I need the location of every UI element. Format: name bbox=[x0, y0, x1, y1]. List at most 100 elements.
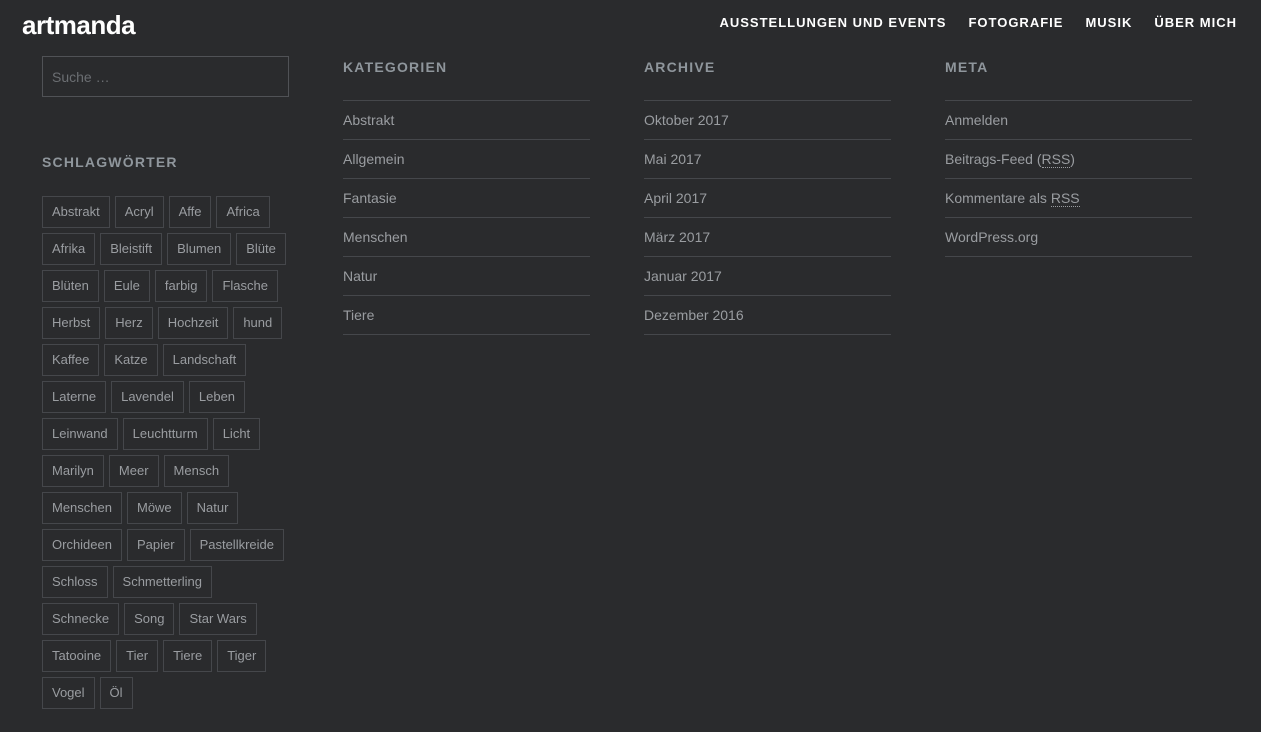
list-item: Oktober 2017 bbox=[644, 101, 891, 140]
tag-link[interactable]: Kaffee bbox=[42, 344, 100, 376]
archive-link[interactable]: Mai 2017 bbox=[644, 151, 702, 167]
list-item: Tiere bbox=[343, 296, 590, 335]
tag-link[interactable]: Eule bbox=[103, 270, 150, 302]
tag-link[interactable]: Mensch bbox=[163, 455, 230, 487]
tag-link[interactable]: Star Wars bbox=[179, 603, 257, 635]
tag-link[interactable]: Marilyn bbox=[42, 455, 104, 487]
search-input[interactable] bbox=[42, 56, 289, 97]
categories-list: Abstrakt Allgemein Fantasie Menschen Nat… bbox=[343, 100, 590, 335]
category-link[interactable]: Abstrakt bbox=[343, 112, 394, 128]
tag-link[interactable]: Blüten bbox=[42, 270, 99, 302]
archive-link[interactable]: März 2017 bbox=[644, 229, 710, 245]
tag-link[interactable]: Licht bbox=[212, 418, 261, 450]
tag-link[interactable]: Tiger bbox=[217, 640, 267, 672]
tag-link[interactable]: Vogel bbox=[42, 677, 95, 709]
archive-widget: ARCHIVE Oktober 2017 Mai 2017 April 2017… bbox=[644, 56, 891, 335]
tag-link[interactable]: Lavendel bbox=[111, 381, 184, 413]
nav-item-ausstellungen[interactable]: AUSSTELLUNGEN UND EVENTS bbox=[719, 15, 946, 30]
list-item: Beitrags-Feed (RSS) bbox=[945, 140, 1192, 179]
tag-link[interactable]: Abstrakt bbox=[42, 196, 110, 228]
category-link[interactable]: Allgemein bbox=[343, 151, 404, 167]
archive-widget-title: ARCHIVE bbox=[644, 59, 716, 75]
tag-link[interactable]: Herbst bbox=[42, 307, 101, 339]
tag-link[interactable]: Landschaft bbox=[162, 344, 247, 376]
tag-link[interactable]: Meer bbox=[108, 455, 159, 487]
tag-link[interactable]: Schnecke bbox=[42, 603, 120, 635]
archive-link[interactable]: Dezember 2016 bbox=[644, 307, 744, 323]
archive-link[interactable]: Januar 2017 bbox=[644, 268, 722, 284]
nav-item-musik[interactable]: MUSIK bbox=[1085, 15, 1132, 30]
tag-link[interactable]: Katze bbox=[104, 344, 158, 376]
tag-link[interactable]: Tiere bbox=[163, 640, 213, 672]
list-item: Menschen bbox=[343, 218, 590, 257]
rss-abbr: RSS bbox=[1050, 190, 1080, 207]
tag-link[interactable]: Natur bbox=[186, 492, 239, 524]
tags-widget-title: SCHLAGWÖRTER bbox=[42, 154, 178, 170]
entries-feed-link[interactable]: Beitrags-Feed (RSS) bbox=[945, 151, 1075, 168]
entries-feed-label: Beitrags-Feed bbox=[945, 151, 1033, 167]
archive-link[interactable]: April 2017 bbox=[644, 190, 707, 206]
site-title-link[interactable]: artmanda bbox=[22, 10, 136, 41]
list-item: Mai 2017 bbox=[644, 140, 891, 179]
tag-link[interactable]: Schmetterling bbox=[112, 566, 213, 598]
list-item: Natur bbox=[343, 257, 590, 296]
tag-link[interactable]: hund bbox=[233, 307, 283, 339]
tag-link[interactable]: Flasche bbox=[212, 270, 278, 302]
tag-link[interactable]: Affe bbox=[168, 196, 212, 228]
site-header: artmanda AUSSTELLUNGEN UND EVENTS FOTOGR… bbox=[0, 0, 1261, 48]
archive-list: Oktober 2017 Mai 2017 April 2017 März 20… bbox=[644, 100, 891, 335]
main-nav: AUSSTELLUNGEN UND EVENTS FOTOGRAFIE MUSI… bbox=[719, 15, 1237, 30]
tag-cloud: Abstrakt Acryl Affe Africa Afrika Bleistift Bl… bbox=[42, 196, 292, 714]
tag-link[interactable]: Laterne bbox=[42, 381, 107, 413]
tag-link[interactable]: Schloss bbox=[42, 566, 108, 598]
tag-link[interactable]: Africa bbox=[216, 196, 270, 228]
category-link[interactable]: Natur bbox=[343, 268, 377, 284]
category-link[interactable]: Fantasie bbox=[343, 190, 397, 206]
list-item: Fantasie bbox=[343, 179, 590, 218]
nav-item-ueber-mich[interactable]: ÜBER MICH bbox=[1154, 15, 1237, 30]
tag-link[interactable]: Möwe bbox=[126, 492, 182, 524]
categories-widget: KATEGORIEN Abstrakt Allgemein Fantasie M… bbox=[343, 56, 590, 335]
tag-link[interactable]: Hochzeit bbox=[157, 307, 229, 339]
list-item: Allgemein bbox=[343, 140, 590, 179]
comments-feed-link[interactable]: Kommentare als RSS bbox=[945, 190, 1080, 207]
category-link[interactable]: Tiere bbox=[343, 307, 374, 323]
list-item: April 2017 bbox=[644, 179, 891, 218]
tag-link[interactable]: Leuchtturm bbox=[122, 418, 208, 450]
tag-link[interactable]: Leben bbox=[188, 381, 246, 413]
list-item: Kommentare als RSS bbox=[945, 179, 1192, 218]
meta-list: Anmelden Beitrags-Feed (RSS) Kommentare … bbox=[945, 100, 1192, 257]
list-item: März 2017 bbox=[644, 218, 891, 257]
tag-link[interactable]: Pastellkreide bbox=[189, 529, 284, 561]
tag-link[interactable]: Tier bbox=[116, 640, 159, 672]
tag-link[interactable]: Acryl bbox=[114, 196, 164, 228]
tag-link[interactable]: Orchideen bbox=[42, 529, 122, 561]
tag-link[interactable]: Blumen bbox=[167, 233, 232, 265]
list-item: Dezember 2016 bbox=[644, 296, 891, 335]
tag-link[interactable]: Tatooine bbox=[42, 640, 112, 672]
category-link[interactable]: Menschen bbox=[343, 229, 408, 245]
list-item: WordPress.org bbox=[945, 218, 1192, 257]
login-link[interactable]: Anmelden bbox=[945, 112, 1008, 128]
tag-link[interactable]: Afrika bbox=[42, 233, 96, 265]
list-item: Januar 2017 bbox=[644, 257, 891, 296]
tag-link[interactable]: Bleistift bbox=[100, 233, 163, 265]
list-item: Anmelden bbox=[945, 101, 1192, 140]
archive-link[interactable]: Oktober 2017 bbox=[644, 112, 729, 128]
meta-widget-title: META bbox=[945, 59, 989, 75]
sidebar-column-search-tags: SCHLAGWÖRTER AbstraktAcrylAffeAfrica Afri… bbox=[42, 56, 289, 714]
list-item: Abstrakt bbox=[343, 101, 590, 140]
wordpress-link[interactable]: WordPress.org bbox=[945, 229, 1038, 245]
tag-link[interactable]: Song bbox=[124, 603, 175, 635]
nav-item-fotografie[interactable]: FOTOGRAFIE bbox=[968, 15, 1063, 30]
tag-link[interactable]: Blüte bbox=[236, 233, 286, 265]
tag-link[interactable]: Herz bbox=[105, 307, 153, 339]
tag-link[interactable]: Papier bbox=[126, 529, 185, 561]
rss-abbr: RSS bbox=[1041, 151, 1071, 168]
tag-link[interactable]: Menschen bbox=[42, 492, 122, 524]
tag-link[interactable]: Öl bbox=[99, 677, 133, 709]
tag-link[interactable]: farbig bbox=[154, 270, 208, 302]
categories-widget-title: KATEGORIEN bbox=[343, 59, 448, 75]
tag-link[interactable]: Leinwand bbox=[42, 418, 118, 450]
meta-widget: META Anmelden Beitrags-Feed (RSS) Kommen… bbox=[945, 56, 1192, 257]
